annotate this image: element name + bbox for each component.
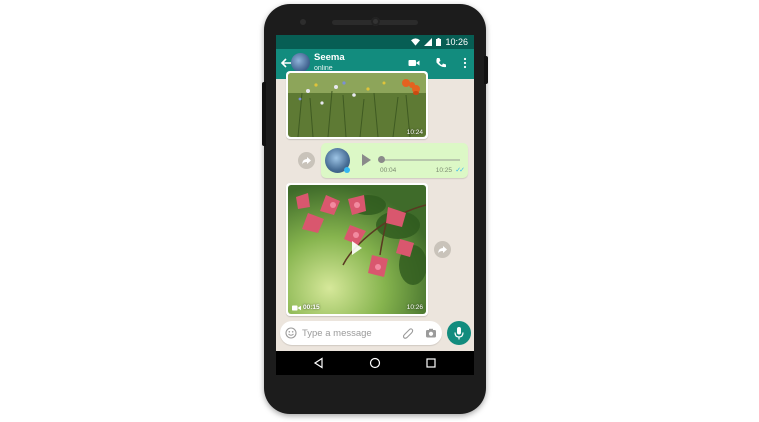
voice-record-button[interactable]: [447, 321, 471, 345]
photo-message[interactable]: 10:24: [286, 71, 428, 139]
forward-button[interactable]: [434, 241, 451, 258]
wifi-icon: [411, 38, 421, 46]
message-composer: [280, 321, 442, 345]
message-time: 10:26: [406, 304, 423, 311]
video-call-icon[interactable]: [408, 57, 420, 69]
phone-screen: 10:26 Seema online 10:24 00:04 10:25 ✓✓ …: [276, 35, 474, 375]
forward-button[interactable]: [298, 152, 315, 169]
audio-seek-handle[interactable]: [378, 156, 385, 163]
status-bar: 10:26: [276, 35, 474, 49]
emoji-icon[interactable]: [285, 327, 297, 339]
voice-message: 00:04 10:25 ✓✓: [321, 143, 468, 178]
audio-duration: 00:04: [380, 167, 397, 174]
status-time: 10:26: [445, 37, 468, 47]
video-message[interactable]: 00:15 10:26: [286, 183, 428, 316]
microphone-icon: [454, 327, 464, 340]
play-video-button[interactable]: [352, 241, 362, 255]
home-nav-icon[interactable]: [369, 357, 381, 369]
attachment-icon[interactable]: [402, 327, 414, 339]
volume-button: [262, 82, 266, 146]
recents-nav-icon[interactable]: [425, 357, 437, 369]
navigation-bar: [276, 351, 474, 375]
pink-flowers-video-thumbnail: [288, 185, 426, 314]
back-nav-icon[interactable]: [313, 357, 325, 369]
front-camera: [371, 17, 380, 26]
signal-icon: [424, 38, 433, 46]
message-time: 10:25: [435, 167, 452, 174]
read-receipt-icon: ✓✓: [455, 167, 465, 174]
message-input[interactable]: [302, 325, 396, 341]
camera-icon[interactable]: [425, 327, 437, 339]
mic-badge-icon: [344, 167, 350, 173]
video-duration: 00:15: [303, 304, 320, 311]
phone-call-icon[interactable]: [435, 57, 447, 69]
proximity-sensor: [300, 19, 306, 25]
contact-name[interactable]: Seema: [314, 52, 345, 63]
forward-icon: [438, 246, 447, 254]
play-icon[interactable]: [362, 154, 371, 166]
power-button: [484, 56, 488, 84]
audio-progress-track[interactable]: [380, 159, 460, 161]
flower-meadow-photo: [288, 73, 426, 137]
forward-icon: [302, 157, 311, 165]
message-time: 10:24: [406, 129, 423, 136]
battery-icon: [436, 38, 442, 46]
more-options-icon[interactable]: [459, 57, 471, 69]
avatar[interactable]: [291, 53, 310, 72]
video-camera-icon: [292, 305, 301, 311]
